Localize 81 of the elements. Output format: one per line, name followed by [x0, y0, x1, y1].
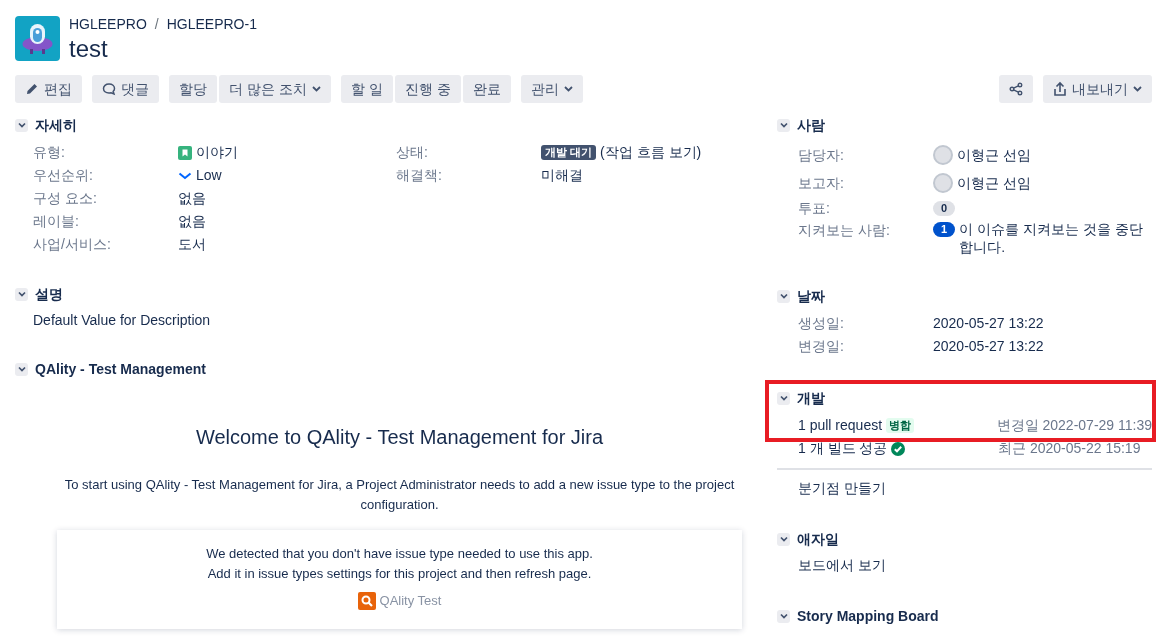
- field-value: 이야기: [196, 143, 238, 162]
- view-on-board-link[interactable]: 보드에서 보기: [798, 557, 886, 573]
- section-heading: Story Mapping Board: [797, 606, 939, 626]
- toolbar-button[interactable]: 할당: [169, 75, 217, 103]
- toggle-icon[interactable]: [15, 362, 28, 376]
- watcher-count: 1: [933, 222, 956, 237]
- section-heading: 사람: [797, 115, 825, 135]
- section-heading: 날짜: [797, 286, 825, 306]
- toggle-icon[interactable]: [777, 609, 790, 623]
- field-label: 보고자:: [798, 173, 845, 193]
- field-value: 없음: [178, 189, 206, 208]
- user-name: 이형근 선임: [957, 145, 1031, 165]
- export-button[interactable]: 내보내기: [1043, 75, 1152, 103]
- avatar-icon: [933, 145, 953, 165]
- workflow-link[interactable]: (작업 흐름 보기): [600, 142, 702, 163]
- notice-text: Add it in issue types settings for this project and then refresh page.: [206, 564, 593, 583]
- field-label: 유형:: [33, 143, 66, 162]
- project-avatar-icon: [15, 16, 60, 61]
- section-heading: 자세히: [35, 115, 77, 135]
- issue-title: test: [69, 35, 109, 63]
- breadcrumb-link[interactable]: HGLEEPRO-1: [166, 14, 257, 35]
- field-value: 도서: [178, 235, 206, 254]
- breadcrumb-link[interactable]: HGLEEPRO: [69, 14, 147, 35]
- toggle-icon[interactable]: [15, 118, 28, 132]
- toggle-icon[interactable]: [777, 118, 790, 132]
- field-label: 생성일:: [798, 314, 845, 333]
- toolbar-button[interactable]: 완료: [462, 75, 511, 103]
- description-text: Default Value for Description: [32, 311, 212, 330]
- check-circle-icon: [891, 441, 906, 456]
- field-label: 사업/서비스:: [33, 235, 112, 254]
- intro-text: To start using QAlity - Test Management for Jira, a Project Administrator needs to add a new issue type to the project configuration.: [63, 476, 736, 514]
- user-name: 이형근 선임: [957, 173, 1031, 193]
- search-icon: [357, 591, 376, 610]
- pencil-icon: [25, 82, 39, 96]
- field-label: 지켜보는 사람:: [798, 221, 891, 240]
- field-label: 투표:: [798, 199, 831, 218]
- stop-watching-link[interactable]: 이 이슈를 지켜보는 것을 중단합니다.: [959, 220, 1152, 256]
- activity-date: 변경일 2022-07-29 11:39: [996, 416, 1152, 435]
- toggle-icon[interactable]: [15, 287, 28, 301]
- pull-request-link[interactable]: 1 pull request: [798, 415, 883, 436]
- toolbar-button[interactable]: 더 많은 조치: [219, 75, 331, 103]
- notice-text: We detected that you don't have issue type needed to use this app.: [205, 545, 594, 563]
- breadcrumb-separator: /: [154, 15, 159, 34]
- toolbar-button[interactable]: 할 일: [340, 75, 393, 103]
- toolbar-button[interactable]: 진행 중: [394, 75, 461, 103]
- field-label: 변경일:: [798, 337, 845, 356]
- build-link[interactable]: 1 개 빌드 성공: [798, 438, 888, 459]
- toggle-icon[interactable]: [777, 289, 790, 303]
- field-label: 레이블:: [33, 212, 80, 231]
- activity-date: 최근 2020-05-22 15:19: [998, 439, 1141, 458]
- status-lozenge: 개발 대기: [541, 145, 597, 160]
- date-value: 2020-05-27 13:22: [933, 337, 1044, 356]
- share-button[interactable]: [999, 75, 1033, 103]
- welcome-heading: Welcome to QAlity - Test Management for Jira: [194, 425, 605, 449]
- field-value: Low: [196, 166, 222, 185]
- create-branch-link[interactable]: 분기점 만들기: [798, 480, 886, 496]
- field-label: 우선순위:: [33, 166, 94, 185]
- section-heading: QAlity - Test Management: [35, 359, 206, 379]
- merged-lozenge: 병합: [886, 418, 915, 433]
- field-label: 구성 요소:: [33, 189, 98, 208]
- section-heading: 설명: [35, 284, 63, 304]
- toolbar-button[interactable]: 관리: [520, 75, 583, 103]
- speech-bubble-icon: [102, 82, 116, 96]
- share-icon: [1009, 82, 1023, 96]
- bookmark-icon: [178, 145, 192, 160]
- field-label: 담당자:: [798, 145, 845, 165]
- toggle-icon[interactable]: [777, 532, 790, 546]
- field-value: 미해결: [541, 166, 583, 185]
- edit-button[interactable]: 편집: [15, 75, 82, 103]
- date-value: 2020-05-27 13:22: [933, 314, 1044, 333]
- section-heading: 애자일: [797, 529, 839, 549]
- chevron-down-icon: [178, 171, 192, 180]
- field-label: 해결책:: [396, 166, 443, 185]
- comment-button[interactable]: 댓글: [92, 75, 159, 103]
- field-label: 상태:: [396, 143, 429, 162]
- vote-count: 0: [933, 201, 956, 216]
- upload-icon: [1053, 81, 1067, 97]
- toggle-icon[interactable]: [777, 391, 790, 405]
- section-heading: 개발: [797, 388, 825, 408]
- field-value: 없음: [178, 212, 206, 231]
- avatar-icon: [933, 173, 953, 193]
